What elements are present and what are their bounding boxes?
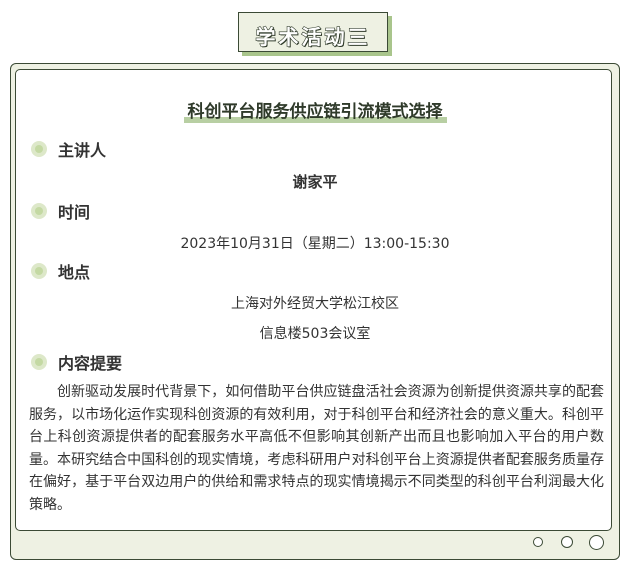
pager-dot-icon [561, 536, 573, 548]
section-location-label: 地点 [58, 263, 91, 282]
section-speaker-header: 主讲人 [31, 139, 107, 160]
pager-dot-icon [533, 537, 543, 547]
speaker-name: 谢家平 [292, 173, 338, 191]
bullet-dot-icon [31, 354, 47, 370]
summary-text: 创新驱动发展时代背景下，如何借助平台供应链盘活社会资源为创新提供资源共享的配套服… [29, 384, 604, 513]
bullet-dot-icon [31, 141, 47, 157]
topic-title-text: 科创平台服务供应链引流模式选择 [183, 102, 447, 123]
bullet-dot-icon [31, 203, 47, 219]
section-time-label: 时间 [58, 203, 91, 222]
activity-badge: 学术活动三 [238, 12, 388, 52]
section-summary-header: 内容提要 [31, 352, 123, 373]
event-time: 2023年10月31日（星期二）13:00-15:30 [180, 236, 450, 252]
bullet-dot-icon [31, 263, 47, 279]
topic-title: 科创平台服务供应链引流模式选择 [0, 97, 630, 123]
location-line-2: 信息楼503会议室 [259, 326, 371, 342]
pager-dot-icon [589, 535, 604, 550]
section-summary-label: 内容提要 [58, 354, 123, 373]
section-location-header: 地点 [31, 261, 91, 282]
section-time-header: 时间 [31, 201, 91, 222]
activity-badge-title: 学术活动三 [255, 24, 371, 49]
location-line-1: 上海对外经贸大学松江校区 [231, 296, 399, 312]
section-speaker-label: 主讲人 [58, 141, 107, 160]
